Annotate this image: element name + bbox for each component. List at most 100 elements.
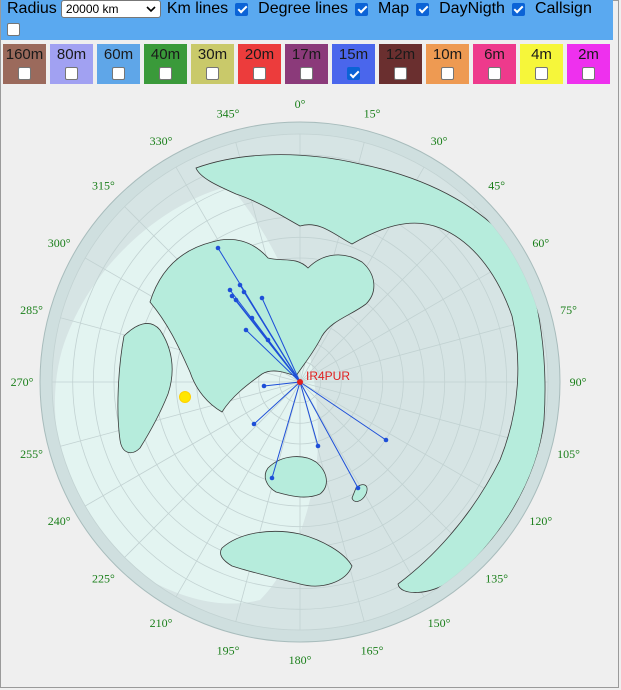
home-station-marker [297, 379, 303, 385]
option-map[interactable]: Map [378, 0, 430, 18]
callsign-checkbox[interactable] [7, 23, 20, 36]
degree-label: 15° [364, 107, 381, 121]
toolbar: Radius 20000 km Km lines Degree lines Ma… [1, 0, 613, 40]
band-label: 12m [385, 46, 416, 63]
band-12[interactable]: 2m [567, 44, 610, 84]
km-lines-checkbox[interactable] [235, 2, 249, 16]
degree-label: 30° [431, 134, 448, 148]
band-checkbox[interactable] [206, 67, 219, 80]
radius-select[interactable]: 20000 km [60, 0, 161, 18]
band-checkbox[interactable] [159, 67, 172, 80]
spot-marker[interactable] [227, 287, 233, 293]
band-8[interactable]: 12m [379, 44, 422, 84]
degree-label: 0° [295, 97, 306, 111]
spot-marker[interactable] [259, 295, 265, 301]
band-label: 160m [5, 46, 44, 63]
band-checkbox[interactable] [18, 67, 31, 80]
band-label: 6m [484, 46, 505, 63]
band-label: 60m [103, 46, 134, 63]
home-callsign: IR4PUR [306, 369, 350, 383]
toolbar-row: Radius 20000 km Km lines Degree lines Ma… [7, 0, 602, 18]
band-label: 30m [197, 46, 228, 63]
band-checkbox[interactable] [347, 67, 360, 80]
spot-marker[interactable] [261, 383, 267, 389]
spot-marker[interactable] [251, 421, 257, 427]
option-daynight[interactable]: DayNigth [439, 0, 525, 18]
band-checkbox[interactable] [535, 67, 548, 80]
degree-label: 345° [217, 107, 240, 121]
band-1[interactable]: 80m [50, 44, 93, 84]
degree-label: 90° [570, 375, 587, 389]
option-label: DayNigth [439, 0, 505, 17]
band-9[interactable]: 10m [426, 44, 469, 84]
degree-label: 180° [289, 653, 312, 667]
option-label: Km lines [166, 0, 229, 17]
radius-value: 20000 km [65, 2, 119, 16]
degree-label: 60° [532, 236, 549, 250]
spot-marker[interactable] [269, 475, 275, 481]
band-5[interactable]: 20m [238, 44, 281, 84]
band-3[interactable]: 40m [144, 44, 187, 84]
degree-label: 150° [428, 616, 451, 630]
spot-marker[interactable] [215, 245, 221, 251]
band-checkbox[interactable] [488, 67, 501, 80]
band-label: 4m [531, 46, 552, 63]
option-km-lines[interactable]: Km lines [166, 0, 249, 18]
degree-label: 240° [48, 514, 71, 528]
degree-label: 225° [92, 572, 115, 586]
degree-label: 195° [217, 644, 240, 658]
band-0[interactable]: 160m [3, 44, 46, 84]
degree-lines-checkbox[interactable] [355, 2, 368, 16]
band-checkbox[interactable] [112, 67, 125, 80]
band-checkbox[interactable] [65, 67, 78, 80]
band-10[interactable]: 6m [473, 44, 516, 84]
daynight-checkbox[interactable] [511, 2, 525, 16]
degree-label: 270° [11, 375, 34, 389]
continent-australia [264, 456, 327, 498]
spot-marker[interactable] [237, 282, 243, 288]
band-label: 10m [432, 46, 463, 63]
band-label: 20m [244, 46, 275, 63]
band-checkbox[interactable] [300, 67, 313, 80]
sun-icon [179, 391, 191, 403]
degree-label: 75° [560, 303, 577, 317]
spot-marker[interactable] [241, 289, 247, 295]
degree-label: 300° [48, 236, 71, 250]
band-6[interactable]: 17m [285, 44, 328, 84]
degree-label: 330° [150, 134, 173, 148]
radius-label: Radius [7, 0, 57, 17]
degree-label: 105° [557, 447, 580, 461]
degree-label: 165° [361, 644, 384, 658]
band-2[interactable]: 60m [97, 44, 140, 84]
band-label: 2m [578, 46, 599, 63]
degree-label: 120° [529, 514, 552, 528]
band-checkbox[interactable] [441, 67, 454, 80]
degree-label: 255° [20, 447, 43, 461]
spot-marker[interactable] [243, 327, 249, 333]
option-label: Callsign [534, 0, 592, 17]
band-7[interactable]: 15m [332, 44, 375, 84]
band-label: 40m [150, 46, 181, 63]
degree-label: 135° [485, 572, 508, 586]
option-label: Degree lines [258, 0, 348, 17]
band-label: 80m [56, 46, 87, 63]
option-label: Map [378, 0, 410, 17]
option-degree-lines[interactable]: Degree lines [258, 0, 368, 18]
band-checkbox[interactable] [394, 67, 407, 80]
spot-marker[interactable] [315, 443, 321, 449]
spot-marker[interactable] [229, 293, 235, 299]
band-label: 17m [291, 46, 322, 63]
band-4[interactable]: 30m [191, 44, 234, 84]
option-callsign[interactable]: Callsign [535, 0, 592, 18]
band-filter-bar: 160m 80m 60m 40m 30m 20m 17m 15m 12m 10m 6m 4m 2m [3, 44, 613, 84]
band-11[interactable]: 4m [520, 44, 563, 84]
spot-marker[interactable] [383, 437, 389, 443]
band-checkbox[interactable] [253, 67, 266, 80]
azimuthal-map[interactable]: IR4PUR 0° 15° 30° 45° 60° 75° 90° 105° 120° 135° 1… [0, 86, 621, 686]
band-checkbox[interactable] [582, 67, 595, 80]
degree-label: 45° [488, 178, 505, 192]
map-checkbox[interactable] [416, 2, 430, 16]
spot-marker[interactable] [355, 485, 361, 491]
chevron-down-icon [146, 2, 156, 16]
degree-label: 210° [150, 616, 173, 630]
